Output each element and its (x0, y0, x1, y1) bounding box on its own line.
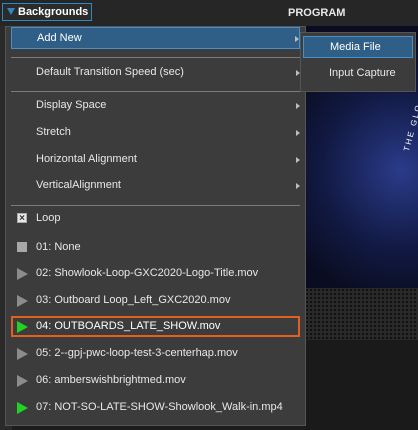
media-item-03[interactable]: 03: Outboard Loop_Left_GXC2020.mov (11, 290, 300, 312)
play-icon (17, 375, 28, 387)
media-item-label: 03: Outboard Loop_Left_GXC2020.mov (36, 294, 231, 306)
submenu-arrow-icon (295, 36, 299, 42)
menu-item-label: Display Space (36, 99, 107, 111)
media-item-label: 06: amberswishbrightmed.mov (36, 374, 186, 386)
media-item-04-selected[interactable]: 04: OUTBOARDS_LATE_SHOW.mov (11, 316, 300, 337)
menu-item-horizontal-alignment[interactable]: Horizontal Alignment (11, 149, 300, 171)
submenu-arrow-icon (296, 130, 300, 136)
play-icon (17, 268, 28, 280)
submenu-arrow-icon (296, 103, 300, 109)
menu-item-label: Horizontal Alignment (36, 153, 137, 165)
menu-item-label: Default Transition Speed (sec) (36, 66, 184, 78)
menu-item-add-new[interactable]: Add New (11, 27, 300, 49)
menu-item-label: Add New (37, 32, 82, 44)
menu-item-display-space[interactable]: Display Space (11, 95, 300, 117)
menu-item-loop[interactable]: × Loop (11, 208, 300, 230)
media-item-05[interactable]: 05: 2--gpj-pwc-loop-test-3-centerhap.mov (11, 343, 300, 365)
media-item-label: 07: NOT-SO-LATE-SHOW-Showlook_Walk-in.mp… (36, 401, 283, 413)
play-icon (17, 295, 28, 307)
submenu-arrow-icon (296, 157, 300, 163)
backgrounds-label: Backgrounds (18, 6, 89, 18)
none-square-icon (17, 242, 27, 252)
menu-separator (11, 57, 300, 58)
submenu-item-input-capture[interactable]: Input Capture (303, 63, 413, 85)
menu-item-label: Stretch (36, 126, 71, 138)
media-item-label: 05: 2--gpj-pwc-loop-test-3-centerhap.mov (36, 347, 238, 359)
media-item-01[interactable]: 01: None (11, 237, 300, 259)
menu-item-vertical-alignment[interactable]: VerticalAlignment (11, 175, 300, 197)
media-item-06[interactable]: 06: amberswishbrightmed.mov (11, 370, 300, 392)
submenu-arrow-icon (296, 183, 300, 189)
media-item-label: 01: None (36, 241, 81, 253)
media-item-label: 02: Showlook-Loop-GXC2020-Logo-Title.mov (36, 267, 259, 279)
menu-separator (11, 205, 300, 206)
media-item-label: 04: OUTBOARDS_LATE_SHOW.mov (36, 320, 221, 332)
grill-panel (305, 288, 418, 340)
menu-item-stretch[interactable]: Stretch (11, 122, 300, 144)
menu-item-label: VerticalAlignment (36, 179, 121, 191)
top-toolbar: Backgrounds PROGRAM (0, 0, 418, 26)
lower-panel (305, 340, 418, 430)
menu-item-label: Loop (36, 212, 61, 224)
menu-item-transition-speed[interactable]: Default Transition Speed (sec) (11, 62, 300, 84)
play-icon-green (17, 402, 28, 414)
backgrounds-menu: Add New Default Transition Speed (sec) D… (5, 26, 306, 426)
play-icon-green (17, 321, 28, 333)
loop-checkbox-icon[interactable]: × (17, 213, 27, 224)
add-new-submenu: Media File Input Capture (300, 32, 416, 92)
media-item-07[interactable]: 07: NOT-SO-LATE-SHOW-Showlook_Walk-in.mp… (11, 397, 300, 419)
media-item-02[interactable]: 02: Showlook-Loop-GXC2020-Logo-Title.mov (11, 263, 300, 285)
backgrounds-dropdown-button[interactable]: Backgrounds (2, 3, 92, 21)
menu-separator (11, 91, 300, 92)
program-label: PROGRAM (288, 7, 346, 19)
dropdown-triangle-icon (7, 7, 15, 15)
play-icon (17, 348, 28, 360)
submenu-item-media-file[interactable]: Media File (303, 36, 413, 58)
